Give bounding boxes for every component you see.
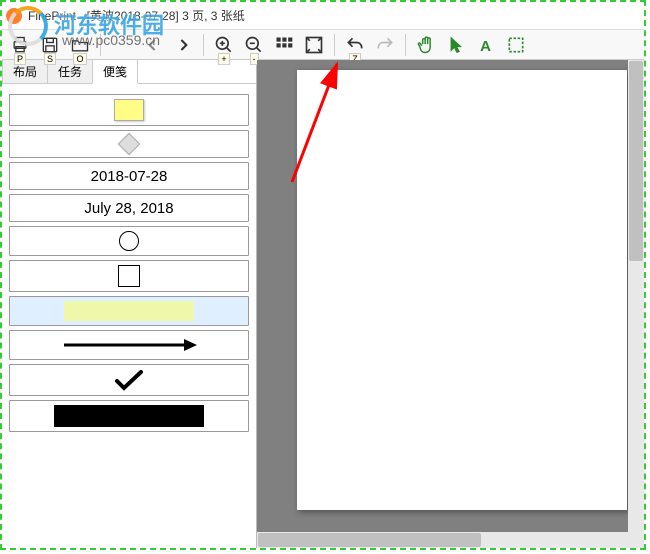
stamp-sticky-note[interactable] bbox=[9, 94, 249, 126]
tab-stamps[interactable]: 便笺 bbox=[92, 59, 138, 84]
select-area-button[interactable] bbox=[502, 32, 530, 58]
square-icon bbox=[118, 265, 140, 287]
sidebar-panel: 布局 任务 便笺 2018-07-28 July 28, 2018 bbox=[2, 60, 257, 548]
arrow-icon bbox=[59, 335, 199, 355]
print-button[interactable]: P bbox=[6, 32, 34, 58]
save-button[interactable]: S bbox=[36, 32, 64, 58]
checkmark-icon bbox=[114, 369, 144, 391]
stamp-date-long-text: July 28, 2018 bbox=[84, 200, 173, 217]
stamp-date-iso[interactable]: 2018-07-28 bbox=[9, 162, 249, 190]
diamond-icon bbox=[118, 133, 141, 156]
main-toolbar: P S O + bbox=[2, 30, 644, 60]
hotkey-label: P bbox=[14, 53, 26, 65]
window-titlebar: FinePrint - [黄波2018-07-28] 3 页, 3 张纸 bbox=[2, 2, 644, 30]
zoom-in-button[interactable]: + bbox=[210, 32, 238, 58]
app-icon bbox=[6, 8, 22, 24]
vertical-scrollbar[interactable] bbox=[628, 60, 644, 548]
circle-icon bbox=[119, 231, 139, 251]
hotkey-label: S bbox=[44, 53, 56, 65]
stamps-list: 2018-07-28 July 28, 2018 bbox=[2, 84, 256, 548]
undo-button[interactable]: Z bbox=[341, 32, 369, 58]
fit-page-button[interactable] bbox=[300, 32, 328, 58]
stamp-arrow[interactable] bbox=[9, 330, 249, 360]
nav-forward-button[interactable] bbox=[169, 32, 197, 58]
stamp-square[interactable] bbox=[9, 260, 249, 292]
stamp-diamond[interactable] bbox=[9, 130, 249, 158]
open-button[interactable]: O bbox=[66, 32, 94, 58]
redo-button[interactable] bbox=[371, 32, 399, 58]
sticky-note-icon bbox=[114, 99, 144, 121]
stamp-circle[interactable] bbox=[9, 226, 249, 256]
horizontal-scrollbar[interactable] bbox=[257, 532, 628, 548]
preview-page[interactable] bbox=[297, 70, 627, 510]
preview-area[interactable] bbox=[257, 60, 644, 548]
toolbar-separator bbox=[100, 34, 101, 56]
stamp-highlighter[interactable] bbox=[9, 296, 249, 326]
hotkey-label: O bbox=[73, 53, 86, 65]
text-tool-button[interactable]: A bbox=[472, 32, 500, 58]
pointer-tool-button[interactable] bbox=[442, 32, 470, 58]
redaction-bar-icon bbox=[54, 405, 204, 427]
stamp-checkmark[interactable] bbox=[9, 364, 249, 396]
highlighter-icon bbox=[64, 301, 194, 321]
svg-text:A: A bbox=[480, 37, 491, 54]
stamp-date-long[interactable]: July 28, 2018 bbox=[9, 194, 249, 222]
toolbar-separator bbox=[405, 34, 406, 56]
nav-back-button[interactable] bbox=[139, 32, 167, 58]
toolbar-separator bbox=[334, 34, 335, 56]
toolbar-separator bbox=[203, 34, 204, 56]
stamp-date-iso-text: 2018-07-28 bbox=[91, 168, 168, 185]
thumbnails-button[interactable] bbox=[270, 32, 298, 58]
hotkey-label: + bbox=[218, 53, 229, 65]
zoom-out-button[interactable]: - bbox=[240, 32, 268, 58]
window-title: FinePrint - [黄波2018-07-28] 3 页, 3 张纸 bbox=[28, 7, 245, 24]
hand-tool-button[interactable] bbox=[412, 32, 440, 58]
stamp-redaction-bar[interactable] bbox=[9, 400, 249, 432]
